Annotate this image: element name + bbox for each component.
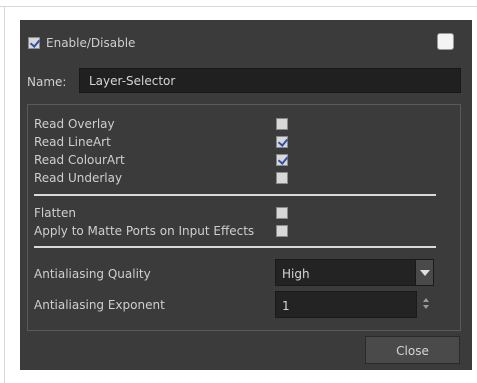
spinner-arrows-icon[interactable] [423,298,431,310]
color-swatch-button[interactable] [437,33,454,50]
close-button[interactable]: Close [365,336,460,364]
frame-left-border [4,6,5,383]
flatten-checkbox[interactable] [276,207,288,219]
enable-disable-row[interactable]: Enable/Disable [28,36,135,50]
apply-matte-ports-label: Apply to Matte Ports on Input Effects [34,224,255,238]
antialiasing-quality-label: Antialiasing Quality [34,267,151,281]
properties-group: Read Overlay Read LineArt Read ColourArt… [27,104,461,331]
frame-top-border [0,6,477,7]
read-underlay-label: Read Underlay [34,171,123,185]
antialiasing-exponent-field[interactable]: 1 [275,291,417,318]
antialiasing-quality-value: High [282,267,310,281]
read-lineart-label: Read LineArt [34,135,111,149]
name-field[interactable]: Layer-Selector [79,68,461,93]
flatten-label: Flatten [34,206,76,220]
chevron-down-icon[interactable] [415,260,433,285]
apply-matte-ports-checkbox[interactable] [276,225,288,237]
read-colourart-label: Read ColourArt [34,153,125,167]
layer-selector-dialog: Enable/Disable Name: Layer-Selector Read… [20,20,472,370]
section-divider [34,194,436,196]
name-label: Name: [27,75,67,89]
enable-disable-label: Enable/Disable [46,36,136,50]
section-divider [34,246,436,248]
read-colourart-checkbox[interactable] [276,154,288,166]
spin-down-icon[interactable] [423,305,429,309]
antialiasing-exponent-label: Antialiasing Exponent [34,298,165,312]
read-underlay-checkbox[interactable] [276,172,288,184]
enable-disable-checkbox[interactable] [28,37,40,49]
read-overlay-checkbox[interactable] [276,118,288,130]
read-lineart-checkbox[interactable] [276,136,288,148]
read-overlay-label: Read Overlay [34,117,115,131]
antialiasing-quality-select[interactable]: High [275,259,434,286]
spin-up-icon[interactable] [423,298,429,302]
